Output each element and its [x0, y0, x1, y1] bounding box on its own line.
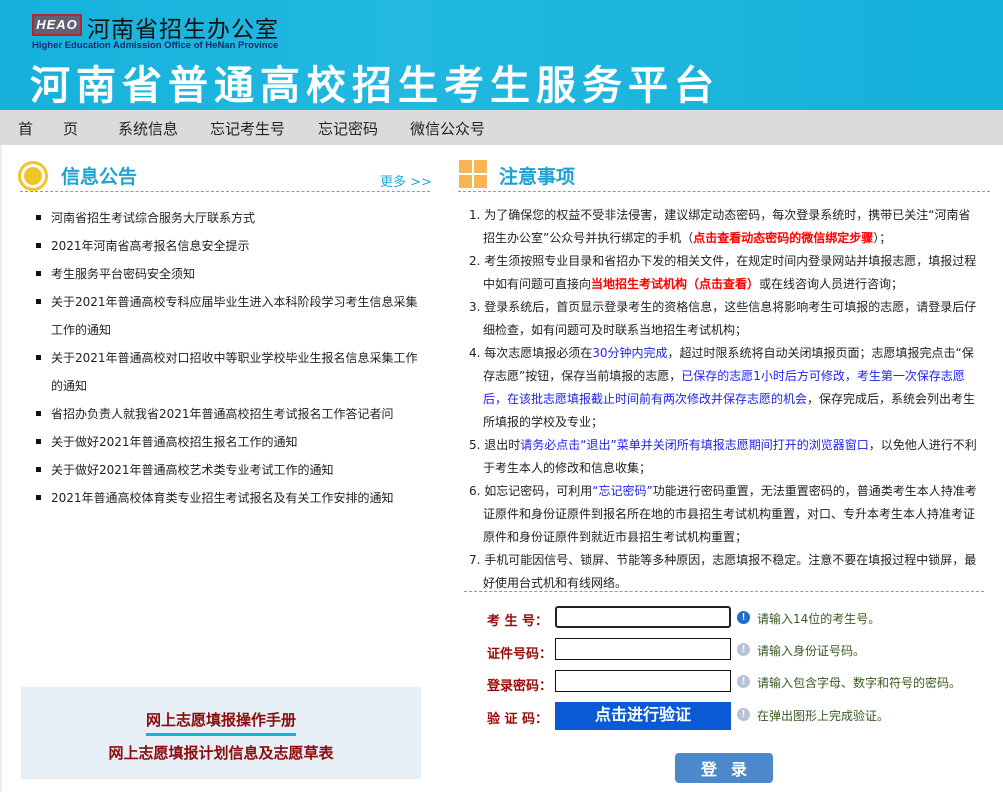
note-text: ）； [873, 231, 892, 245]
nav-home[interactable]: 首 页 [18, 118, 78, 139]
notice-circle-icon [18, 161, 48, 191]
note-text: 5. 退出时 [469, 438, 521, 452]
id-no-input[interactable] [555, 638, 731, 660]
note-text: 7. 手机可能因信号、锁屏、节能等多种原因，志愿填报不稳定。注意不要在填报过程中… [469, 553, 977, 590]
info-icon: ! [737, 643, 750, 656]
notice-list: 河南省招生考试综合服务大厅联系方式 2021年河南省高考报名信息安全提示 考生服务平… [36, 204, 421, 512]
divider [464, 591, 984, 592]
note-link[interactable]: 当地招生考试机构（点击查看） [591, 277, 759, 291]
note-item: 3. 登录系统后，首页显示登录考生的资格信息，这些信息将影响考生可填报的志愿，请… [469, 296, 981, 342]
site-header: HEAO 河南省招生办公室 Higher Education Admission… [0, 0, 1003, 110]
platform-title: 河南省普通高校招生考生服务平台 [30, 63, 720, 109]
left-border [0, 145, 2, 792]
note-item: 7. 手机可能因信号、锁屏、节能等多种原因，志愿填报不稳定。注意不要在填报过程中… [469, 549, 981, 595]
office-name: 河南省招生办公室 [87, 17, 279, 43]
captcha-hint: 在弹出图形上完成验证。 [757, 709, 890, 723]
info-icon: ! [737, 708, 750, 721]
nav-forgot-password[interactable]: 忘记密码 [318, 118, 378, 139]
info-icon: ! [737, 611, 750, 624]
note-item: 4. 每次志愿填报必须在30分钟内完成，超过时限系统将自动关闭填报页面；志愿填报… [469, 342, 981, 434]
notice-item[interactable]: 2021年普通高校体育类专业招生考试报名及有关工作安排的通知 [36, 484, 421, 512]
note-text: “忘记密码” [592, 484, 653, 498]
note-item: 2. 考生须按照专业目录和省招办下发的相关文件，在规定时间内登录网站并填报志愿，… [469, 250, 981, 296]
note-text: 请务必点击“退出”菜单并关闭所有填报志愿期间打开的浏览器窗口 [520, 438, 869, 452]
note-text: 30分钟内完成 [592, 346, 668, 360]
notice-item[interactable]: 省招办负责人就我省2021年普通高校招生考试报名工作答记者问 [36, 400, 421, 428]
note-text: 或在线咨询人员进行咨询； [759, 277, 904, 291]
nav-system-info[interactable]: 系统信息 [118, 118, 178, 139]
note-item: 5. 退出时请务必点击“退出”菜单并关闭所有填报志愿期间打开的浏览器窗口，以免他… [469, 434, 981, 480]
note-text: 3. 登录系统后，首页显示登录考生的资格信息，这些信息将影响考生可填报的志愿，请… [469, 300, 977, 337]
note-text: 4. 每次志愿填报必须在 [469, 346, 593, 360]
login-button[interactable]: 登录 [675, 753, 773, 783]
captcha-label: 验 证 码： [487, 712, 549, 727]
notice-item[interactable]: 关于2021年普通高校对口招收中等职业学校毕业生报名信息采集工作的通知 [36, 344, 421, 400]
notes-list: 1. 为了确保您的权益不受非法侵害，建议绑定动态密码，每次登录系统时，携带已关注… [469, 204, 981, 595]
exam-no-hint: 请输入14位的考生号。 [757, 612, 881, 626]
notice-item[interactable]: 河南省招生考试综合服务大厅联系方式 [36, 204, 421, 232]
guide-box: 网上志愿填报操作手册 网上志愿填报计划信息及志愿草表 [21, 687, 421, 779]
notice-item[interactable]: 关于做好2021年普通高校招生报名工作的通知 [36, 428, 421, 456]
main-nav: 首 页 系统信息 忘记考生号 忘记密码 微信公众号 [0, 110, 1003, 145]
note-link[interactable]: 点击查看动态密码的微信绑定步骤 [693, 231, 873, 245]
manual-link[interactable]: 网上志愿填报操作手册 [145, 709, 296, 736]
exam-no-input[interactable] [555, 606, 731, 628]
note-text: 6. 如忘记密码，可利用 [469, 484, 593, 498]
more-link[interactable]: 更多 >> [380, 171, 432, 190]
nav-forgot-exam-no[interactable]: 忘记考生号 [210, 118, 285, 139]
notice-item[interactable]: 考生服务平台密码安全须知 [36, 260, 421, 288]
info-icon: ! [737, 675, 750, 688]
office-name-en: Higher Education Admission Office of HeN… [32, 40, 279, 51]
verify-button[interactable]: 点击进行验证 [555, 702, 731, 730]
notice-item[interactable]: 关于做好2021年普通高校艺术类专业考试工作的通知 [36, 456, 421, 484]
notes-title: 注意事项 [499, 166, 576, 188]
id-no-label: 证件号码： [487, 647, 553, 662]
divider [458, 191, 990, 192]
grid-icon [459, 160, 487, 188]
note-item: 1. 为了确保您的权益不受非法侵害，建议绑定动态密码，每次登录系统时，携带已关注… [469, 204, 981, 250]
heao-logo: HEAO [32, 14, 82, 36]
password-label: 登录密码： [487, 679, 553, 694]
divider [20, 191, 430, 192]
nav-wechat[interactable]: 微信公众号 [410, 118, 485, 139]
note-item: 6. 如忘记密码，可利用“忘记密码”功能进行密码重置，无法重置密码的，普通类考生… [469, 480, 981, 549]
plan-link[interactable]: 网上志愿填报计划信息及志愿草表 [108, 742, 333, 763]
notice-item[interactable]: 2021年河南省高考报名信息安全提示 [36, 232, 421, 260]
password-hint: 请输入包含字母、数字和符号的密码。 [757, 676, 962, 690]
id-no-hint: 请输入身份证号码。 [757, 644, 866, 658]
password-input[interactable] [555, 670, 731, 692]
notice-item[interactable]: 关于2021年普通高校专科应届毕业生进入本科阶段学习考生信息采集工作的通知 [36, 288, 421, 344]
exam-no-label: 考 生 号： [487, 614, 549, 629]
notices-title: 信息公告 [61, 166, 138, 188]
